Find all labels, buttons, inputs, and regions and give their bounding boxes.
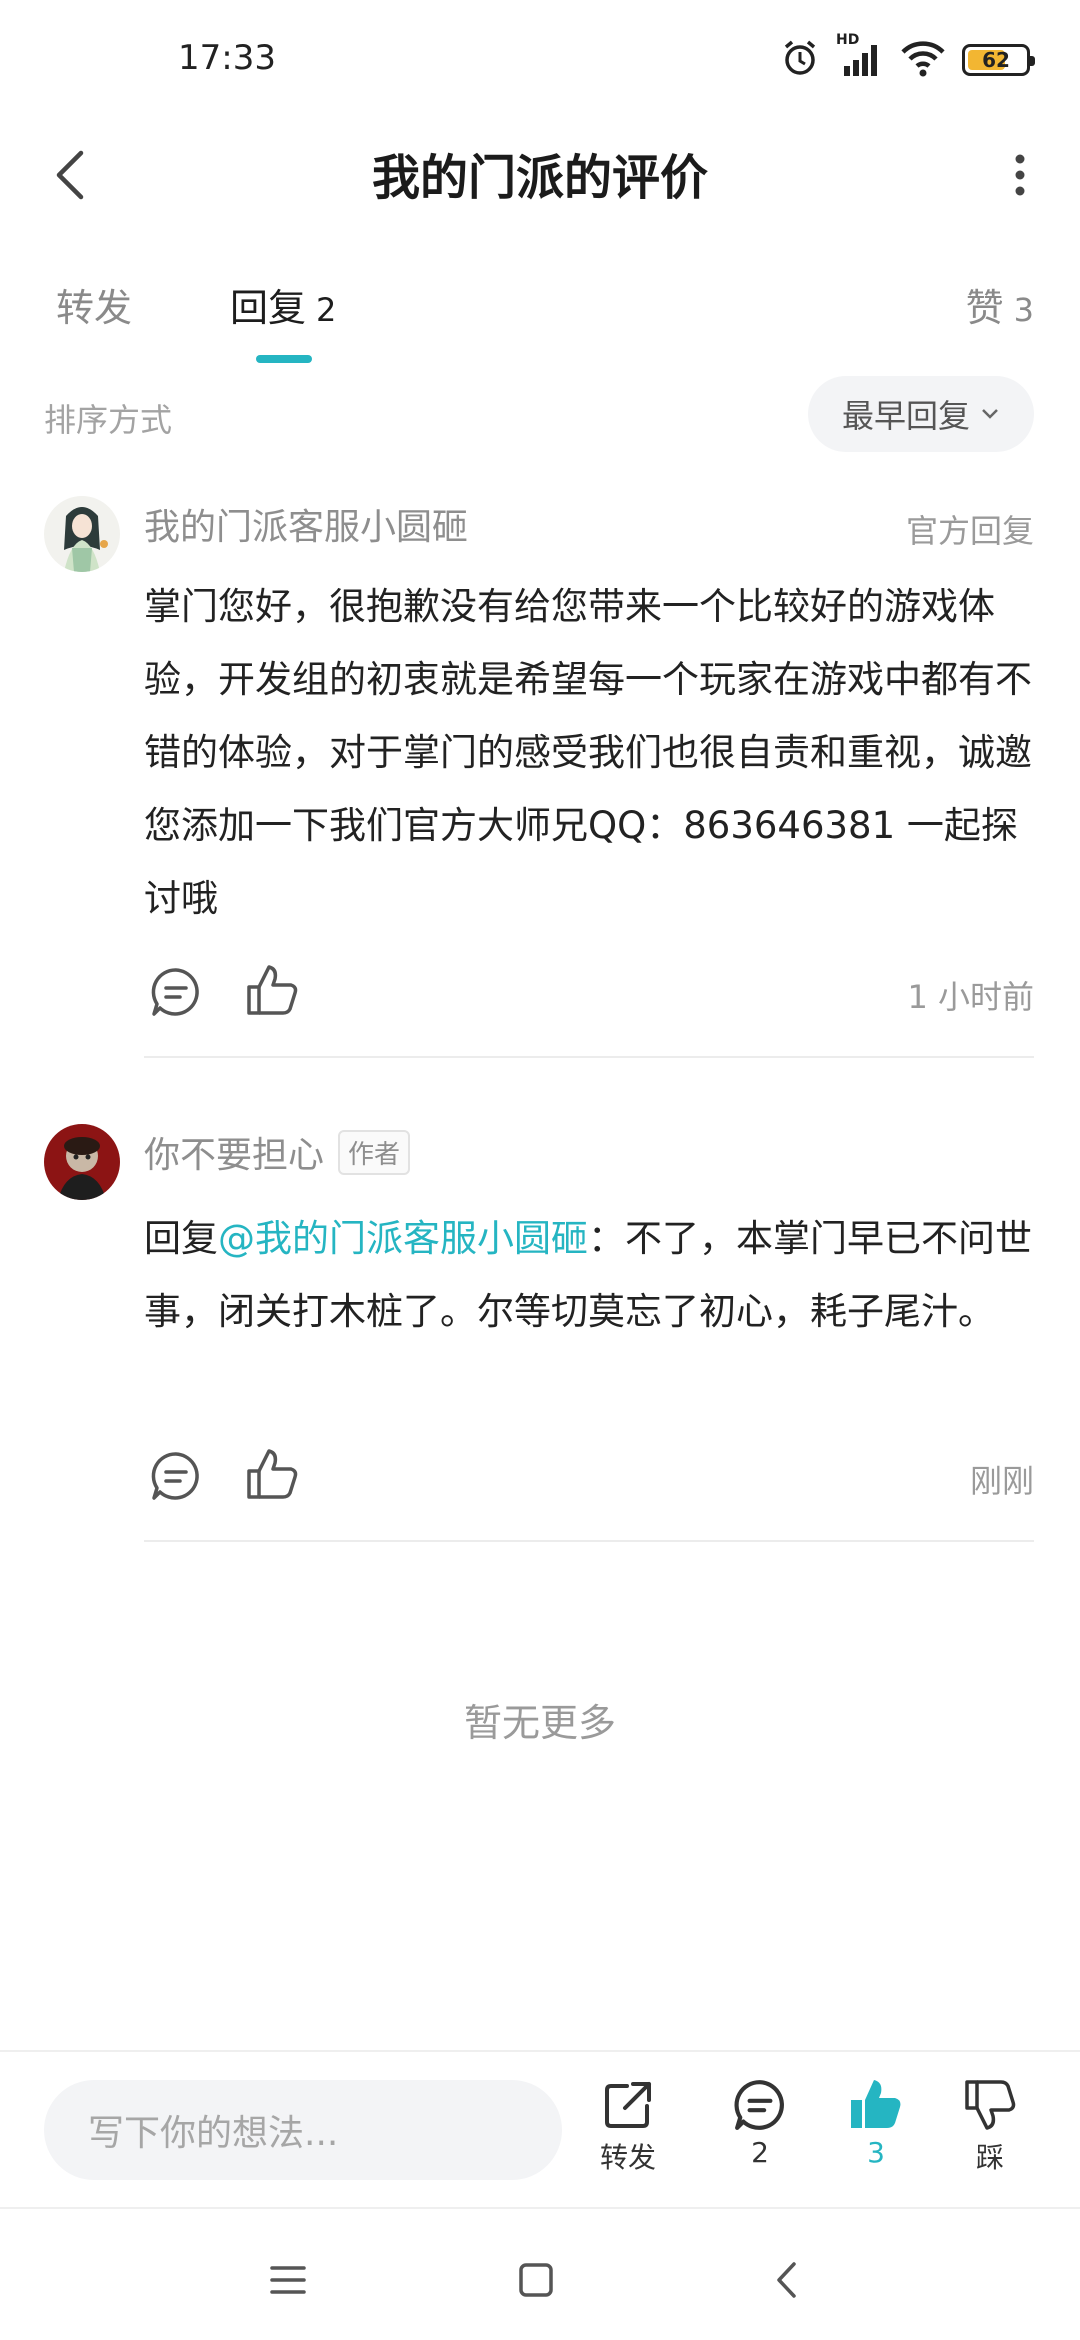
- menu-button[interactable]: [258, 2250, 318, 2310]
- comment-text: 回复@我的门派客服小圆砸：不了，本掌门早已不问世事，闭关打木桩了。尔等切莫忘了初…: [144, 1202, 1036, 1348]
- share-label: 转发: [599, 2141, 656, 2174]
- thumbs-up-icon: [247, 1449, 298, 1499]
- share-button[interactable]: 转发: [578, 2078, 678, 2176]
- author-name: 我的门派客服小圆砸: [144, 507, 469, 548]
- status-time: 17:33: [178, 38, 276, 78]
- reply-button[interactable]: [148, 1448, 204, 1504]
- thumbs-up-icon: [247, 965, 298, 1015]
- alarm-icon: [780, 38, 820, 82]
- tab-bar: 转发 回复 2 赞3: [0, 265, 1080, 375]
- reply-button[interactable]: [148, 964, 204, 1020]
- chevron-left-icon: [777, 2262, 796, 2298]
- author-name: 你不要担心: [144, 1135, 325, 1176]
- input-placeholder: 写下你的想法...: [88, 2113, 339, 2154]
- cellular-signal-icon: HD: [836, 32, 884, 82]
- mention-link[interactable]: @我的门派客服小圆砸: [218, 1217, 588, 1260]
- author-tag: 作者: [338, 1129, 411, 1175]
- wifi-icon: [900, 38, 946, 82]
- no-more-text: 暂无更多: [463, 1701, 616, 1745]
- bottom-action-bar: 写下你的想法... 转发 2 3 踩: [0, 2050, 1080, 2208]
- dislike-button[interactable]: 踩: [940, 2078, 1040, 2176]
- thumbs-up-filled-icon: [851, 2080, 901, 2128]
- app-header: 我的门派的评价: [0, 120, 1080, 230]
- more-button[interactable]: [990, 140, 1050, 210]
- like-count: 3: [867, 2136, 885, 2169]
- status-icons: HD 62: [780, 32, 1035, 82]
- share-icon: [605, 2082, 651, 2128]
- comment-count: 2: [751, 2136, 769, 2169]
- tab-label: 回复: [230, 286, 307, 330]
- comment-author[interactable]: 你不要担心 作者: [144, 1126, 411, 1178]
- chevron-down-icon: [982, 409, 998, 419]
- tab-count: 3: [1013, 291, 1034, 329]
- comment-icon: [151, 1452, 199, 1500]
- comment-input[interactable]: 写下你的想法...: [44, 2080, 562, 2180]
- network-label: HD: [836, 32, 860, 48]
- sort-value: 最早回复: [841, 397, 970, 435]
- square-icon: [519, 2263, 553, 2297]
- sort-label: 排序方式: [44, 401, 173, 439]
- nav-divider: [0, 2207, 1080, 2209]
- like-button[interactable]: 3: [826, 2078, 926, 2169]
- page-title: 我的门派的评价: [371, 150, 708, 206]
- battery-level: 62: [982, 48, 1010, 72]
- home-button[interactable]: [506, 2250, 566, 2310]
- dislike-label: 踩: [975, 2141, 1004, 2174]
- comment-author[interactable]: 我的门派客服小圆砸: [144, 498, 468, 550]
- like-button[interactable]: [244, 1446, 300, 1502]
- comment-time: 刚刚: [969, 1462, 1034, 1500]
- official-reply-badge: 官方回复: [905, 512, 1034, 550]
- like-button[interactable]: [244, 962, 300, 1018]
- tab-label: 转发: [56, 286, 133, 330]
- tab-reposts[interactable]: 转发: [56, 277, 132, 332]
- tab-replies[interactable]: 回复 2: [230, 277, 336, 332]
- battery-icon: 62: [962, 44, 1035, 76]
- status-bar: 17:33 HD 62: [0, 0, 1080, 120]
- comment-text: 掌门您好，很抱歉没有给您带来一个比较好的游戏体验，开发组的初衷就是希望每一个玩家…: [144, 585, 1032, 920]
- comment-icon: [151, 968, 199, 1016]
- avatar[interactable]: [44, 1124, 120, 1200]
- tab-label: 赞: [965, 286, 1004, 330]
- more-vertical-icon: [1015, 154, 1025, 196]
- sort-dropdown[interactable]: 最早回复: [808, 376, 1034, 452]
- reply-prefix: 回复: [144, 1217, 218, 1260]
- menu-icon: [270, 2266, 306, 2294]
- avatar[interactable]: [44, 496, 120, 572]
- system-nav-bar: [0, 2210, 1080, 2340]
- comment-divider: [144, 1540, 1034, 1542]
- tab-likes[interactable]: 赞3: [966, 277, 1034, 332]
- active-tab-indicator: [256, 355, 312, 363]
- comment-divider: [144, 1056, 1034, 1058]
- thumbs-down-icon: [965, 2080, 1016, 2130]
- nav-back-button[interactable]: [756, 2250, 816, 2310]
- comments-button[interactable]: 2: [710, 2078, 810, 2169]
- comment-time: 1 小时前: [907, 978, 1034, 1016]
- comment-icon: [734, 2080, 784, 2130]
- tab-count: 2: [316, 291, 337, 329]
